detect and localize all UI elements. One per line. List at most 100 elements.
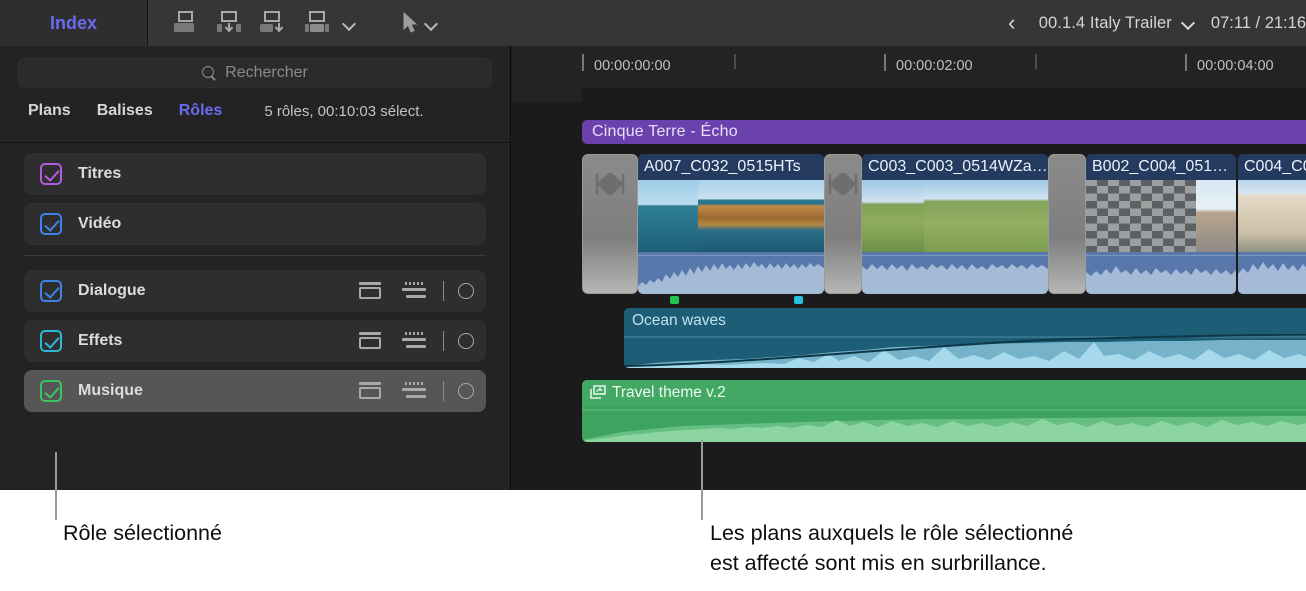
tab-roles[interactable]: Rôles bbox=[179, 102, 223, 120]
transition-clip[interactable] bbox=[1048, 154, 1086, 294]
timeline-clip[interactable]: C004_C0 bbox=[1238, 154, 1306, 294]
roles-status-text: 5 rôles, 00:10:03 sélect. bbox=[264, 103, 423, 120]
callout-leader-line bbox=[701, 440, 703, 520]
audio-clip-name: Ocean waves bbox=[624, 308, 1306, 334]
subroles-icon[interactable] bbox=[401, 381, 429, 401]
audio-waveform bbox=[862, 252, 1048, 294]
arrow-pointer-icon bbox=[402, 12, 418, 34]
search-input[interactable]: Rechercher bbox=[18, 58, 492, 88]
callout-leader-line bbox=[55, 452, 57, 520]
ruler-label: 00:00:02:00 bbox=[896, 58, 973, 74]
clip-name: C004_C0 bbox=[1238, 154, 1306, 180]
storyline-bar[interactable]: Cinque Terre - Écho bbox=[582, 120, 1306, 144]
transition-clip[interactable] bbox=[582, 154, 638, 294]
audio-clip-travel-theme[interactable]: Travel theme v.2 bbox=[582, 380, 1306, 442]
subroles-icon[interactable] bbox=[401, 331, 429, 351]
role-checkbox-titres[interactable] bbox=[40, 163, 62, 185]
callout-highlighted-clips: Les plans auxquels le rôle sélectionné e… bbox=[710, 518, 1073, 578]
role-controls-dialogue bbox=[357, 281, 487, 301]
control-divider bbox=[443, 281, 445, 301]
project-chevron-down-icon[interactable] bbox=[1181, 16, 1195, 30]
roles-group-divider bbox=[24, 255, 486, 256]
role-controls-effets bbox=[357, 331, 487, 351]
clip-thumbnails bbox=[638, 180, 824, 252]
edit-buttons-group bbox=[148, 8, 356, 38]
transition-icon bbox=[828, 173, 858, 200]
toolbar: Index bbox=[0, 0, 1306, 46]
tab-balises[interactable]: Balises bbox=[97, 102, 153, 120]
role-label-video: Vidéo bbox=[78, 215, 121, 233]
minimize-lanes-icon[interactable] bbox=[357, 381, 383, 401]
clip-thumbnails bbox=[1086, 180, 1236, 252]
timeline-panel[interactable]: 00:00:00:00 00:00:02:00 00:00:04:00 Cinq… bbox=[512, 46, 1306, 490]
role-checkbox-dialogue[interactable] bbox=[40, 280, 62, 302]
thumbnail bbox=[1086, 180, 1196, 252]
minimize-lanes-icon[interactable] bbox=[357, 331, 383, 351]
final-cut-pro-window: Index bbox=[0, 0, 1306, 490]
timecode-display[interactable]: 07:11 / 21:16 bbox=[1211, 14, 1306, 33]
clip-name: A007_C032_0515HTs bbox=[638, 154, 824, 180]
role-checkbox-musique[interactable] bbox=[40, 380, 62, 402]
search-placeholder: Rechercher bbox=[225, 64, 308, 82]
back-chevron-left-icon[interactable]: ‹ bbox=[985, 12, 1039, 34]
solo-circle-icon[interactable] bbox=[458, 333, 474, 349]
role-row-video[interactable]: Vidéo bbox=[24, 203, 486, 245]
thumbnail bbox=[638, 180, 698, 252]
minimize-lanes-icon[interactable] bbox=[357, 281, 383, 301]
tool-dropdown-chevron-down-icon[interactable] bbox=[424, 16, 438, 30]
tab-plans[interactable]: Plans bbox=[28, 102, 71, 120]
solo-circle-icon[interactable] bbox=[458, 283, 474, 299]
append-to-storyline-button[interactable] bbox=[258, 8, 288, 38]
timeline-clip[interactable]: B002_C004_051… bbox=[1086, 154, 1236, 294]
role-row-effets[interactable]: Effets bbox=[24, 320, 486, 362]
ruler-tick-minor bbox=[1035, 54, 1037, 69]
overwrite-dropdown-chevron-down-icon[interactable] bbox=[342, 16, 356, 30]
role-checkbox-effets[interactable] bbox=[40, 330, 62, 352]
thumbnail bbox=[862, 180, 924, 252]
role-row-dialogue[interactable]: Dialogue bbox=[24, 270, 486, 312]
tool-selector[interactable] bbox=[402, 12, 438, 34]
overwrite-icon bbox=[302, 8, 332, 38]
role-row-titres[interactable]: Titres bbox=[24, 153, 486, 195]
ruler-left-gap bbox=[512, 88, 582, 102]
role-row-musique[interactable]: Musique bbox=[24, 370, 486, 412]
audio-clip-name: Travel theme v.2 bbox=[582, 380, 1306, 406]
role-label-musique: Musique bbox=[78, 382, 143, 400]
toolbar-right-group: ‹ 00.1.4 Italy Trailer 07:11 / 21:16 bbox=[985, 0, 1306, 46]
solo-circle-icon[interactable] bbox=[458, 383, 474, 399]
subroles-icon[interactable] bbox=[401, 281, 429, 301]
ruler-label: 00:00:00:00 bbox=[594, 58, 671, 74]
control-divider bbox=[443, 381, 445, 401]
connect-icon bbox=[170, 8, 200, 38]
clip-thumbnails bbox=[862, 180, 1048, 252]
role-label-titres: Titres bbox=[78, 165, 121, 183]
transition-icon bbox=[595, 173, 625, 200]
storyline-label: Cinque Terre - Écho bbox=[592, 123, 738, 141]
index-tabs: Plans Balises Rôles 5 rôles, 00:10:03 sé… bbox=[0, 88, 510, 120]
index-button[interactable]: Index bbox=[0, 0, 148, 46]
timeline-clip[interactable]: A007_C032_0515HTs bbox=[638, 154, 824, 294]
connect-to-primary-storyline-button[interactable] bbox=[170, 8, 200, 38]
clip-name: B002_C004_051… bbox=[1086, 154, 1236, 180]
role-checkbox-video[interactable] bbox=[40, 213, 62, 235]
audio-waveform bbox=[624, 334, 1306, 368]
overwrite-clip-button[interactable] bbox=[302, 8, 332, 38]
ruler-tick-minor bbox=[734, 54, 736, 69]
ruler-tick bbox=[884, 54, 886, 71]
clip-thumbnails bbox=[1238, 180, 1306, 252]
append-icon bbox=[258, 8, 288, 38]
timeline-marker[interactable] bbox=[794, 296, 803, 304]
audio-waveform bbox=[1086, 252, 1236, 294]
timeline-ruler[interactable]: 00:00:00:00 00:00:02:00 00:00:04:00 bbox=[512, 46, 1306, 88]
control-divider bbox=[443, 331, 445, 351]
timeline-clip[interactable]: C003_C003_0514WZa… bbox=[862, 154, 1048, 294]
project-name[interactable]: 00.1.4 Italy Trailer bbox=[1039, 14, 1172, 33]
insert-icon bbox=[214, 8, 244, 38]
insert-clip-button[interactable] bbox=[214, 8, 244, 38]
transition-clip[interactable] bbox=[824, 154, 862, 294]
timeline-marker[interactable] bbox=[670, 296, 679, 304]
audio-clip-ocean-waves[interactable]: Ocean waves bbox=[624, 308, 1306, 368]
thumbnail bbox=[1196, 180, 1236, 252]
search-icon bbox=[202, 66, 217, 81]
thumbnail bbox=[924, 180, 1048, 252]
